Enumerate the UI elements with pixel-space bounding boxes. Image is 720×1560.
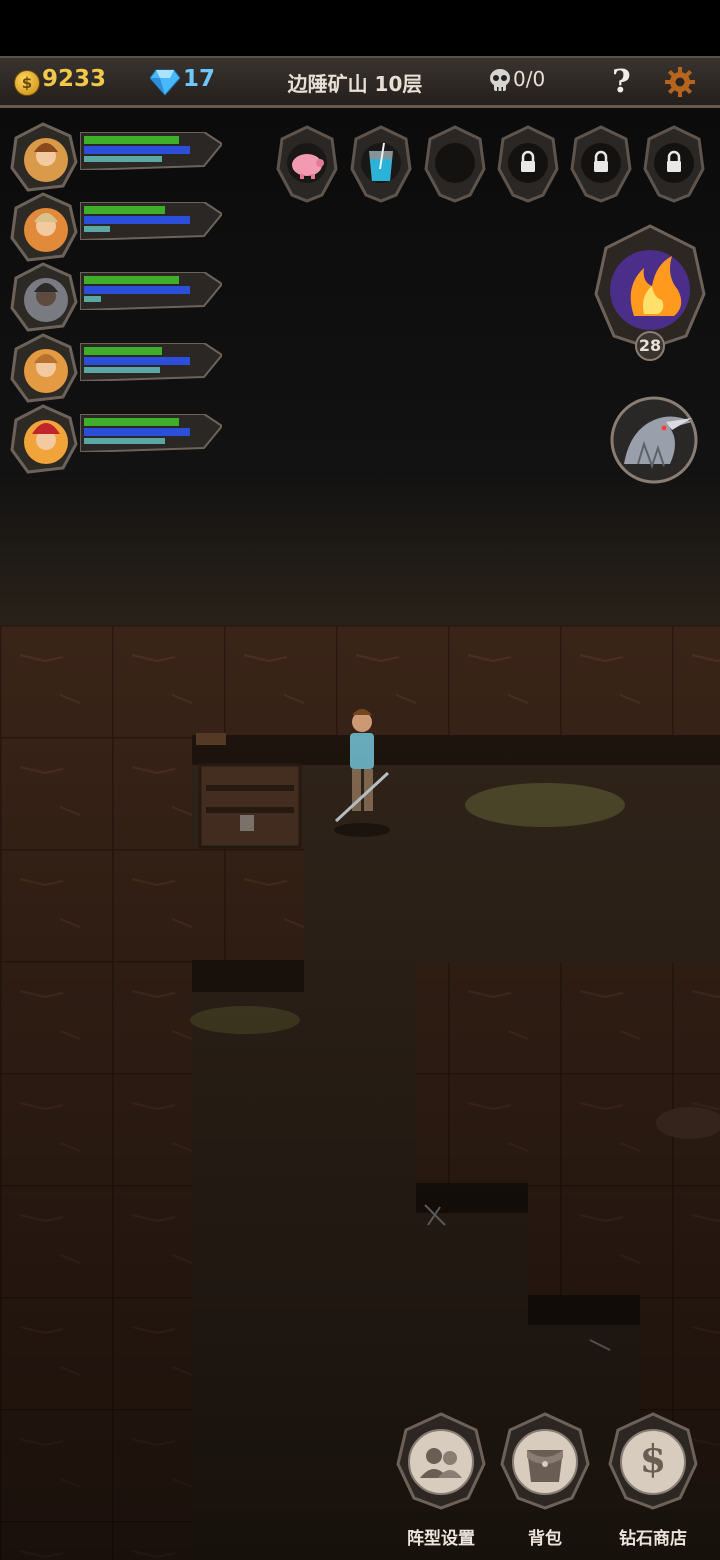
gear-icon[interactable] bbox=[664, 66, 696, 98]
item-slot-empty[interactable] bbox=[424, 125, 486, 203]
diamond-shop-label: 钻石商店 bbox=[619, 1529, 687, 1549]
party-member-4[interactable] bbox=[8, 333, 222, 403]
gold-coin-icon: $ bbox=[14, 70, 40, 96]
diamond-amount: 17 bbox=[183, 66, 216, 92]
item-slot-locked-3[interactable] bbox=[643, 125, 705, 203]
item-slot-drink[interactable] bbox=[350, 125, 412, 203]
hero-status-bars bbox=[80, 272, 222, 310]
hero-portrait-icon bbox=[10, 262, 78, 332]
fire-skill-button[interactable]: 28 bbox=[594, 224, 706, 374]
status-bar bbox=[0, 0, 720, 56]
party-member-3[interactable] bbox=[8, 262, 222, 332]
skull-icon bbox=[490, 69, 510, 91]
gold-amount: 9233 bbox=[42, 66, 107, 92]
item-slot-piggy-bank[interactable] bbox=[276, 125, 338, 203]
item-slot-locked-1[interactable] bbox=[497, 125, 559, 203]
item-slot-locked-2[interactable] bbox=[570, 125, 632, 203]
help-button[interactable]: ? bbox=[612, 62, 631, 100]
hero-status-bars bbox=[80, 202, 222, 240]
crow-companion-button[interactable] bbox=[608, 394, 700, 486]
hero-portrait-icon bbox=[10, 404, 78, 474]
formation-icon bbox=[396, 1412, 486, 1510]
hero-status-bars bbox=[80, 343, 222, 381]
hero-status-bars bbox=[80, 414, 222, 452]
bag-icon bbox=[500, 1412, 590, 1510]
shop-symbol: $ bbox=[639, 1436, 667, 1481]
diamond-shop-button[interactable]: $ 钻石商店 bbox=[608, 1412, 698, 1552]
hero-portrait-icon bbox=[10, 122, 78, 192]
skill-count: 28 bbox=[638, 336, 662, 355]
dungeon-floor-title: 边陲矿山 10层 bbox=[287, 72, 423, 96]
party-member-1[interactable] bbox=[8, 122, 222, 192]
bag-button[interactable]: 背包 bbox=[500, 1412, 590, 1552]
formation-button[interactable]: 阵型设置 bbox=[396, 1412, 486, 1552]
party-member-5[interactable] bbox=[8, 404, 222, 474]
diamond-icon bbox=[150, 69, 180, 96]
hero-portrait-icon bbox=[10, 333, 78, 403]
party-member-2[interactable] bbox=[8, 192, 222, 262]
kill-counter: 0/0 bbox=[513, 67, 546, 91]
hero-status-bars bbox=[80, 132, 222, 170]
hero-portrait-icon bbox=[10, 192, 78, 262]
top-bar: $ 9233 17 边陲矿山 10层 0/0 ? bbox=[0, 56, 720, 108]
